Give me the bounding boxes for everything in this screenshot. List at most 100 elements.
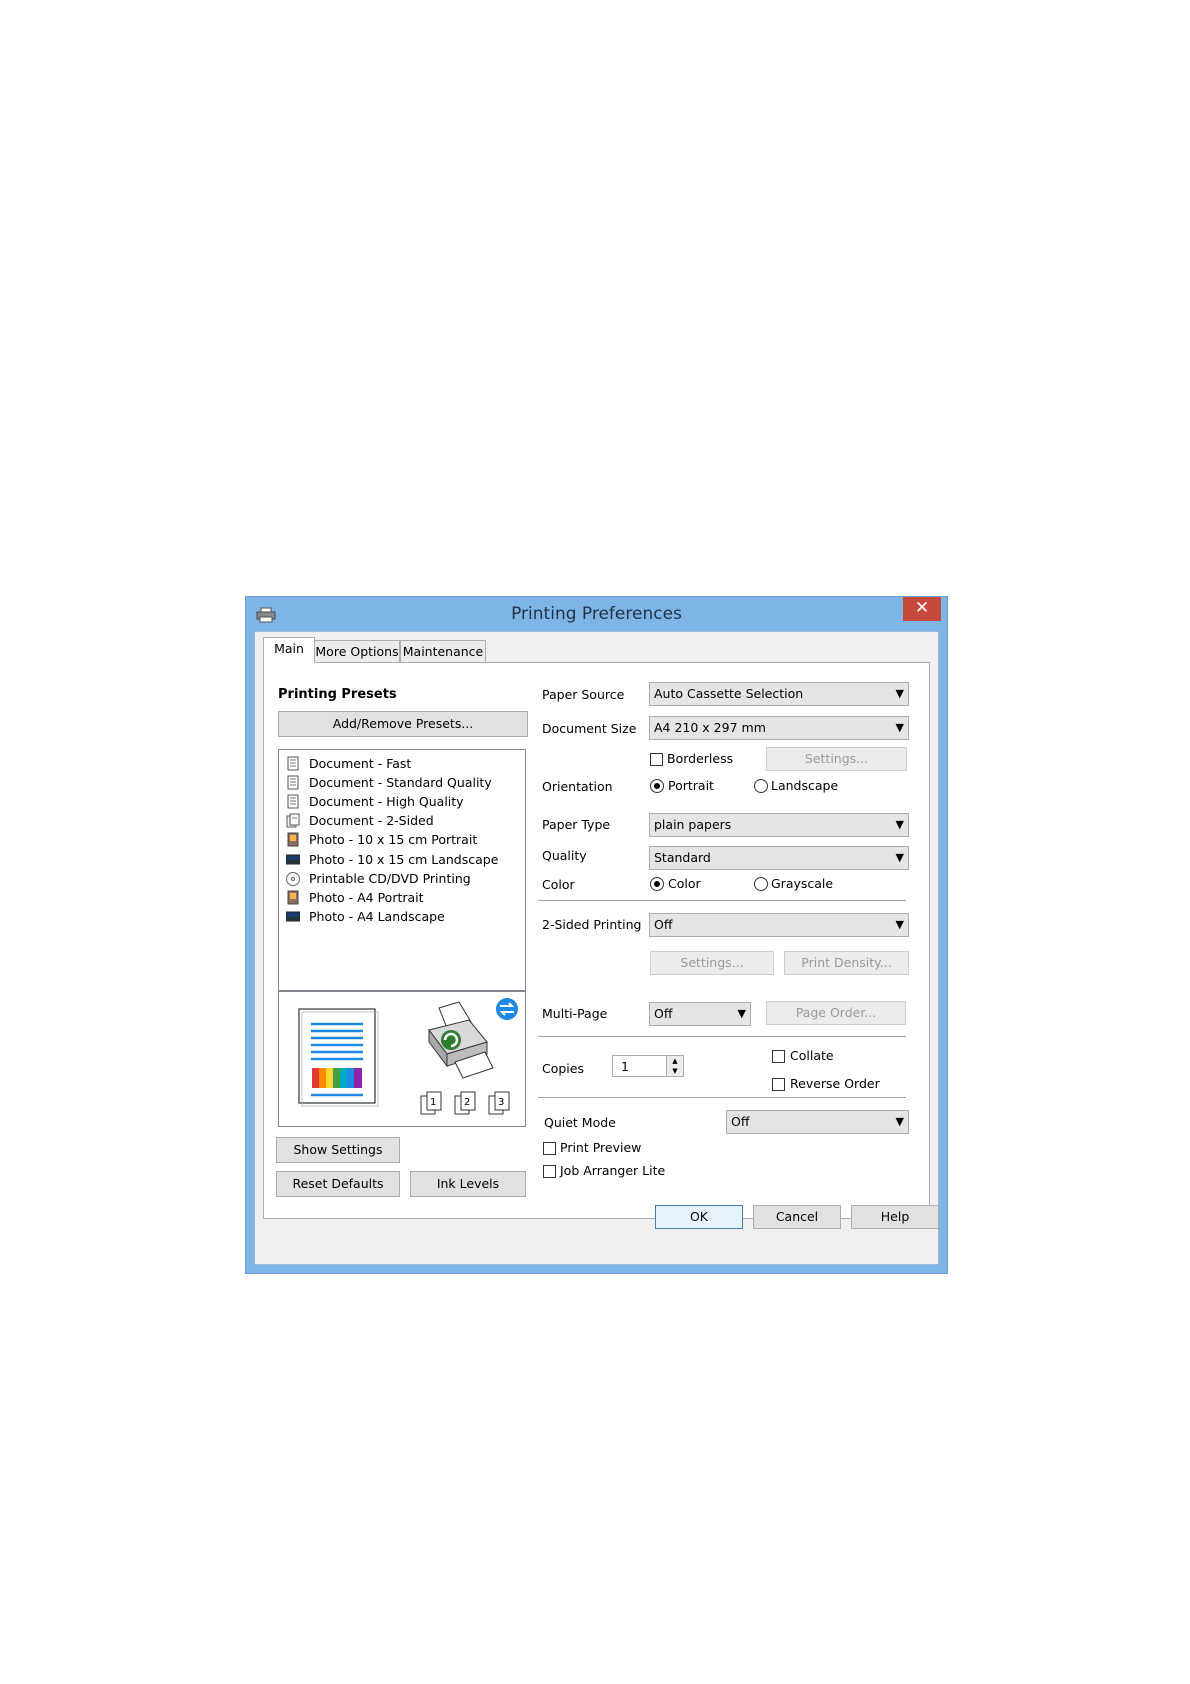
chevron-down-icon: ▼ [895, 687, 904, 700]
preset-item[interactable]: Document - Fast [286, 754, 521, 774]
ok-button[interactable]: OK [655, 1205, 743, 1229]
preset-item-label: Document - Standard Quality [309, 775, 492, 791]
borderless-checkbox[interactable] [650, 753, 663, 766]
two-sided-printing-select[interactable]: Off ▼ [649, 913, 909, 937]
divider [538, 1036, 906, 1037]
preset-item[interactable]: Document - Standard Quality [286, 773, 521, 793]
paper-source-label: Paper Source [542, 687, 625, 702]
print-preview-label: Print Preview [560, 1140, 642, 1155]
document-icon [287, 756, 299, 771]
paper-source-select[interactable]: Auto Cassette Selection ▼ [649, 682, 909, 706]
preset-item[interactable]: Photo - A4 Portrait [286, 888, 521, 908]
chevron-down-icon: ▼ [895, 1115, 904, 1128]
collate-label: Collate [790, 1048, 834, 1063]
preset-item-label: Document - Fast [309, 756, 412, 771]
color-radio[interactable] [650, 877, 664, 891]
photo-landscape-icon [286, 854, 300, 864]
two-sided-settings-button[interactable]: Settings... [650, 951, 774, 975]
title-bar[interactable]: Printing Preferences ✕ [246, 597, 947, 631]
print-preview-area: 1 2 3 [278, 991, 526, 1127]
photo-portrait-icon [287, 832, 299, 847]
tab-maintenance[interactable]: Maintenance [400, 640, 486, 662]
tab-main[interactable]: Main [263, 637, 315, 663]
preset-item[interactable]: Photo - 10 x 15 cm Portrait [286, 830, 521, 850]
printer-refresh-icon [428, 1001, 494, 1079]
document-size-select[interactable]: A4 210 x 297 mm ▼ [649, 716, 909, 740]
multi-page-label: Multi-Page [542, 1006, 608, 1021]
help-button[interactable]: Help [851, 1205, 939, 1229]
paper-type-label: Paper Type [542, 817, 611, 832]
divider [538, 900, 906, 901]
tab-main-label: Main [274, 641, 304, 656]
paper-type-select[interactable]: plain papers ▼ [649, 813, 909, 837]
dialog-body: Main More Options Maintenance Printing P… [254, 631, 939, 1265]
add-remove-presets-button[interactable]: Add/Remove Presets... [278, 711, 528, 737]
portrait-radio[interactable] [650, 779, 664, 793]
grayscale-radio[interactable] [754, 877, 768, 891]
document-2sided-icon [286, 813, 300, 828]
quiet-mode-select[interactable]: Off ▼ [726, 1110, 909, 1134]
sync-icon [496, 998, 518, 1020]
page-order-number-2: 2 [464, 1097, 471, 1108]
reverse-order-checkbox[interactable] [772, 1078, 785, 1091]
ink-levels-button[interactable]: Ink Levels [410, 1171, 526, 1197]
tab-maintenance-label: Maintenance [402, 644, 484, 659]
page-order-button[interactable]: Page Order... [766, 1001, 906, 1025]
page-order-number-3: 3 [498, 1097, 505, 1108]
job-arranger-lite-checkbox[interactable] [543, 1165, 556, 1178]
tab-more-options[interactable]: More Options [314, 640, 400, 662]
color-option-label: Color [668, 876, 701, 891]
preset-item[interactable]: Document - 2-Sided [286, 811, 521, 831]
paper-source-value: Auto Cassette Selection [654, 686, 804, 701]
copies-label: Copies [542, 1061, 584, 1076]
preset-item-label: Document - High Quality [309, 794, 464, 810]
chevron-down-icon: ▼ [895, 818, 904, 831]
reverse-order-label: Reverse Order [790, 1076, 880, 1091]
document-size-value: A4 210 x 297 mm [654, 720, 766, 735]
preset-item-label: Photo - 10 x 15 cm Portrait [309, 832, 478, 848]
chevron-down-icon: ▼ [895, 721, 904, 734]
two-sided-printing-value: Off [654, 917, 673, 932]
stepper-down-icon[interactable]: ▼ [666, 1066, 683, 1076]
presets-list[interactable]: Document - Fast Document - Standard Quali… [278, 749, 526, 991]
preset-item-label: Document - 2-Sided [309, 813, 434, 829]
copies-stepper[interactable]: 1 ▲ ▼ [612, 1055, 684, 1077]
landscape-radio[interactable] [754, 779, 768, 793]
multi-page-select[interactable]: Off ▼ [649, 1002, 751, 1026]
quality-select[interactable]: Standard ▼ [649, 846, 909, 870]
print-density-button[interactable]: Print Density... [784, 951, 909, 975]
cancel-button[interactable]: Cancel [753, 1205, 841, 1229]
main-tab-panel: Printing Presets Add/Remove Presets... D… [263, 662, 930, 1219]
preset-item[interactable]: Printable CD/DVD Printing [286, 869, 521, 889]
document-icon [287, 794, 299, 809]
preset-item[interactable]: Photo - A4 Landscape [286, 907, 521, 927]
photo-landscape-icon [286, 911, 300, 922]
quiet-mode-value: Off [731, 1114, 750, 1129]
chevron-down-icon: ▼ [895, 918, 904, 931]
cd-icon [286, 871, 300, 886]
preset-item[interactable]: Document - High Quality [286, 792, 521, 812]
quality-label: Quality [542, 848, 587, 863]
reset-defaults-button[interactable]: Reset Defaults [276, 1171, 400, 1197]
portrait-label: Portrait [668, 778, 714, 793]
preset-item-label: Photo - A4 Landscape [309, 908, 445, 924]
close-icon: ✕ [914, 598, 930, 618]
two-sided-printing-label: 2-Sided Printing [542, 917, 642, 932]
preview-illustration [298, 998, 518, 1115]
orientation-label: Orientation [542, 779, 613, 794]
document-size-label: Document Size [542, 721, 637, 736]
page-order-number-1: 1 [430, 1097, 437, 1108]
divider [538, 1097, 906, 1098]
printing-presets-heading: Printing Presets [278, 687, 397, 702]
photo-portrait-icon [287, 890, 299, 905]
collate-checkbox[interactable] [772, 1050, 785, 1063]
copies-value: 1 [621, 1059, 629, 1074]
show-settings-button[interactable]: Show Settings [276, 1137, 400, 1163]
multi-page-value: Off [654, 1006, 673, 1021]
borderless-settings-button[interactable]: Settings... [766, 747, 907, 771]
grayscale-label: Grayscale [771, 876, 834, 891]
print-preview-checkbox[interactable] [543, 1142, 556, 1155]
close-button[interactable]: ✕ [903, 597, 941, 621]
chevron-down-icon: ▼ [895, 851, 904, 864]
preset-item[interactable]: Photo - 10 x 15 cm Landscape [286, 850, 521, 870]
